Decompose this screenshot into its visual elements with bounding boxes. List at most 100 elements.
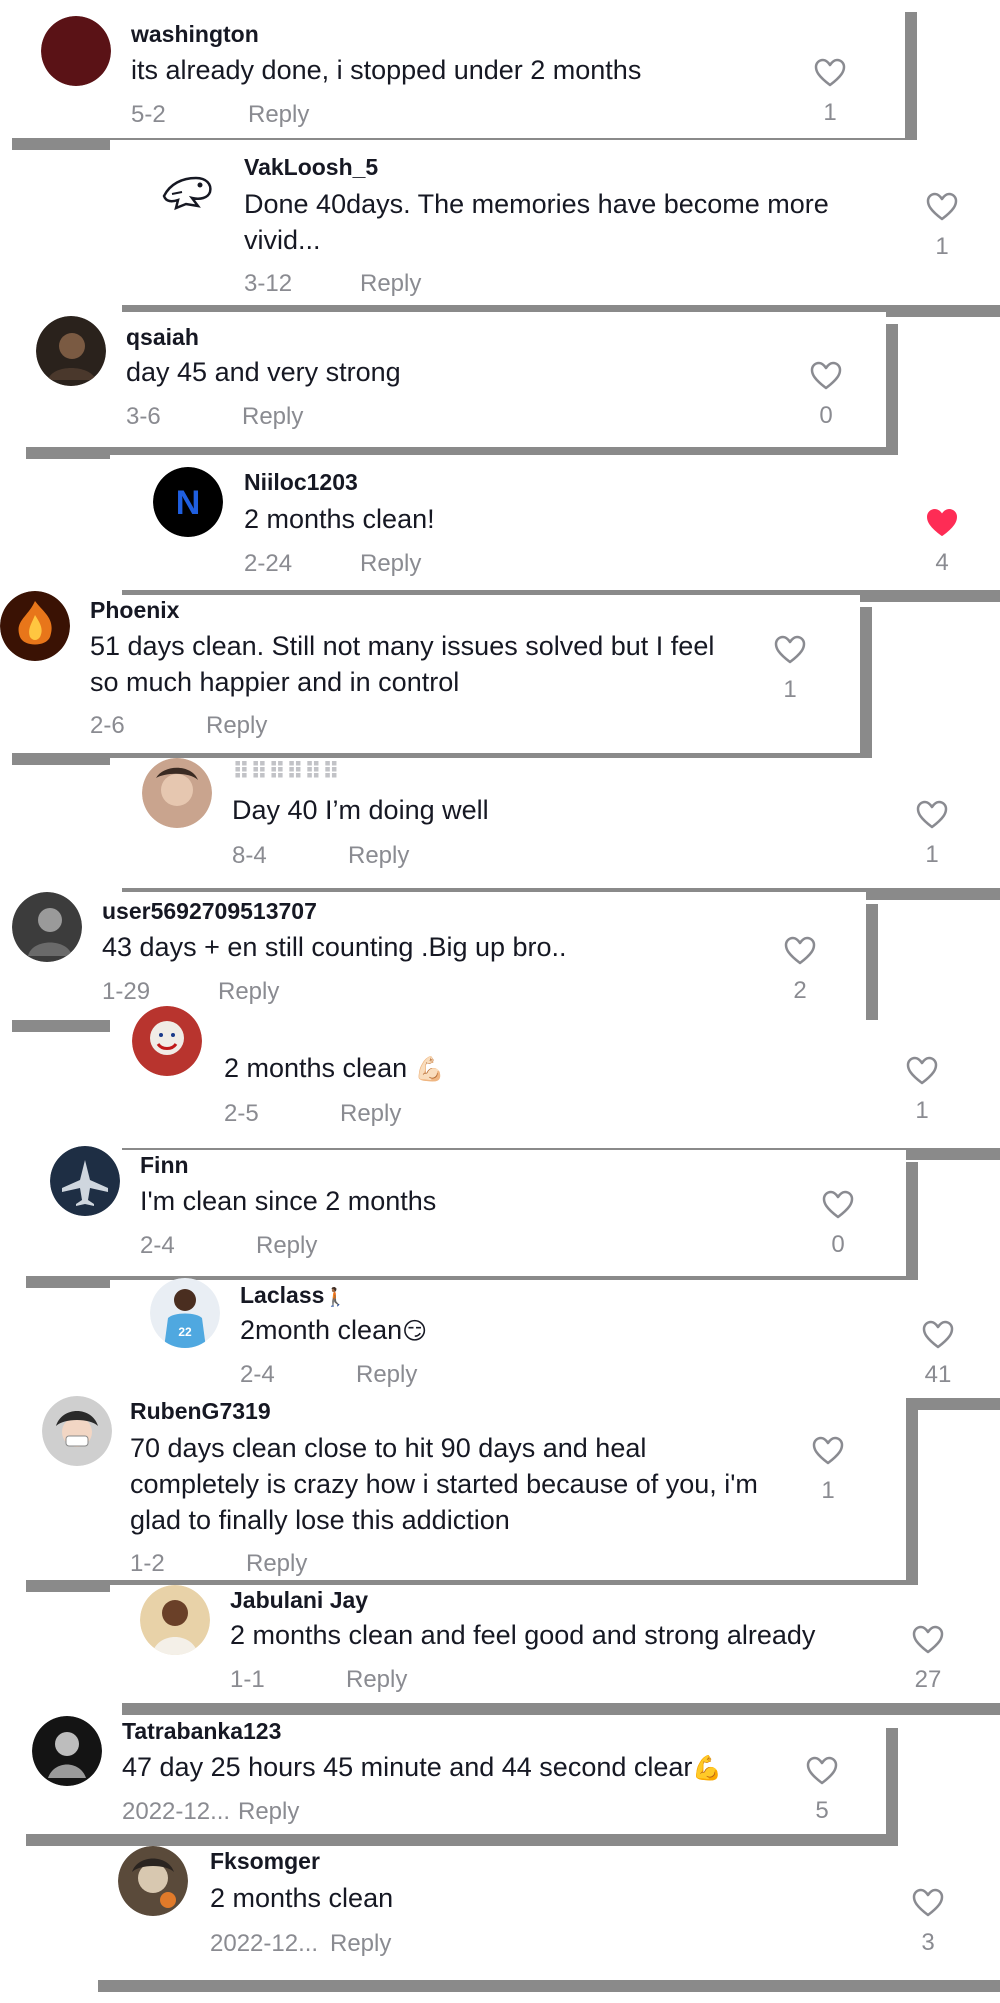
heart-filled-icon[interactable] — [926, 508, 958, 538]
user-avatar[interactable] — [36, 316, 106, 386]
like-count: 2 — [793, 977, 807, 1004]
user-avatar[interactable] — [118, 1846, 188, 1916]
comment-username[interactable]: user5692709513707 — [102, 898, 317, 925]
comment-card: Finn I'm clean since 2 months 2-4 Reply … — [14, 1146, 906, 1276]
comment-username[interactable]: Laclass🚶🏾 — [240, 1282, 347, 1309]
comment-card: RubenG7319 70 days clean close to hit 90… — [14, 1396, 906, 1580]
heart-icon[interactable] — [810, 361, 842, 391]
heart-icon[interactable] — [912, 1888, 944, 1918]
heart-icon[interactable] — [926, 192, 958, 222]
username-text: Laclass — [240, 1282, 325, 1308]
comment-card: user5692709513707 43 days + en still cou… — [0, 892, 866, 1020]
user-avatar[interactable] — [32, 1716, 102, 1786]
comment-text: 43 days + en still counting .Big up bro.… — [102, 932, 567, 962]
heart-icon[interactable] — [916, 800, 948, 830]
reply-button[interactable]: Reply — [256, 1232, 317, 1260]
comment-card: VakLoosh_5 Done 40days. The memories hav… — [110, 140, 1000, 305]
letter-n-avatar[interactable]: N — [153, 467, 223, 537]
heart-icon[interactable] — [812, 1436, 844, 1466]
comment-username[interactable]: qsaiah — [126, 324, 199, 351]
comment-card: N Niiloc1203 2 months clean! 2-24 Reply … — [110, 455, 1000, 590]
comment-text: 2 months clean 💪🏻 — [224, 1050, 824, 1088]
heart-icon[interactable] — [806, 1756, 838, 1786]
comment-text-content: 2month clean — [240, 1315, 403, 1345]
like-count: 41 — [924, 1361, 952, 1388]
comment-card: Jabulani Jay 2 months clean and feel goo… — [110, 1585, 1000, 1703]
reply-button[interactable]: Reply — [340, 1100, 401, 1128]
user-avatar[interactable] — [140, 1585, 210, 1655]
comment-username[interactable]: Fksomger — [210, 1848, 320, 1875]
heart-icon[interactable] — [774, 635, 806, 665]
comment-username[interactable]: Niiloc1203 — [244, 469, 358, 496]
comment-card: 2 months clean 💪🏻 2-5 Reply 1 — [110, 1006, 1000, 1148]
comment-text: its already done, i stopped under 2 mont… — [131, 55, 642, 85]
comment-username[interactable]: Tatrabanka123 — [122, 1718, 281, 1745]
comment-text: 2 months clean! — [244, 504, 435, 534]
comment-text: 2 months clean and feel good and strong … — [230, 1620, 816, 1650]
comment-text: 47 day 25 hours 45 minute and 44 second … — [122, 1749, 762, 1787]
comment-date: 5-2 — [131, 101, 166, 128]
reply-button[interactable]: Reply — [242, 403, 303, 431]
like-count: 27 — [914, 1666, 942, 1693]
player-avatar[interactable]: 22 — [150, 1278, 220, 1348]
comment-date: 2022-12... — [210, 1930, 319, 1957]
user-avatar[interactable] — [41, 16, 111, 86]
comment-date: 1-2 — [130, 1550, 165, 1577]
comment-username[interactable]: VakLoosh_5 — [244, 154, 378, 181]
heart-icon[interactable] — [784, 936, 816, 966]
like-count: 1 — [783, 676, 797, 703]
like-count: 4 — [935, 549, 949, 576]
reply-button[interactable]: Reply — [248, 101, 309, 129]
comment-text-content: 2 months clean — [224, 1053, 408, 1083]
comment-username[interactable]: Jabulani Jay — [230, 1587, 368, 1614]
like-count: 0 — [831, 1231, 845, 1258]
comment-date: 2-4 — [140, 1232, 175, 1259]
comment-card: 22 Laclass🚶🏾 2month clean😏 2-4 Reply 41 — [110, 1278, 1000, 1398]
like-count: 1 — [823, 99, 837, 126]
muscle-emoji-icon: 💪 — [692, 1755, 723, 1782]
heart-icon[interactable] — [822, 1190, 854, 1220]
comment-text: Done 40days. The memories have become mo… — [244, 189, 829, 255]
reply-button[interactable]: Reply — [348, 842, 409, 870]
reply-button[interactable]: Reply — [360, 550, 421, 578]
heart-icon[interactable] — [814, 58, 846, 88]
user-avatar[interactable] — [42, 1396, 112, 1466]
comment-date: 2022-12... — [122, 1798, 231, 1825]
frog-sketch-icon[interactable] — [152, 154, 222, 224]
heart-icon[interactable] — [912, 1625, 944, 1655]
like-count: 0 — [819, 402, 833, 429]
svg-text:N: N — [176, 484, 201, 522]
reply-button[interactable]: Reply — [356, 1361, 417, 1389]
phoenix-fire-avatar[interactable] — [0, 591, 70, 661]
reply-button[interactable]: Reply — [218, 978, 279, 1006]
reply-button[interactable]: Reply — [360, 270, 421, 298]
heart-icon[interactable] — [922, 1320, 954, 1350]
user-avatar[interactable] — [142, 758, 212, 828]
like-count: 1 — [935, 233, 949, 260]
comment-text: 2 months clean — [210, 1883, 394, 1913]
comment-text: 51 days clean. Still not many issues sol… — [90, 631, 715, 697]
heart-icon[interactable] — [906, 1056, 938, 1086]
comment-card: qsaiah day 45 and very strong 3-6 Reply … — [14, 312, 886, 447]
user-avatar[interactable] — [12, 892, 82, 962]
joker-avatar[interactable] — [132, 1006, 202, 1076]
reply-button[interactable]: Reply — [238, 1798, 299, 1826]
comment-card: washington its already done, i stopped u… — [0, 0, 905, 138]
reply-button[interactable]: Reply — [330, 1930, 391, 1958]
comment-date: 3-12 — [244, 270, 293, 297]
comment-text: 70 days clean close to hit 90 days and h… — [130, 1433, 758, 1535]
comment-username[interactable]: Finn — [140, 1152, 189, 1179]
comment-username[interactable]: washington — [131, 21, 259, 48]
comment-username[interactable]: RubenG7319 — [130, 1398, 271, 1425]
reply-button[interactable]: Reply — [206, 712, 267, 740]
jet-avatar[interactable] — [50, 1146, 120, 1216]
comment-username[interactable]: ⠿⠿⠿⠿⠿⠿ — [232, 758, 340, 785]
comment-card: ⠿⠿⠿⠿⠿⠿ Day 40 I’m doing well 8-4 Reply 1 — [110, 758, 1000, 888]
comment-text: 2month clean😏 — [240, 1312, 840, 1350]
comment-card: Tatrabanka123 47 day 25 hours 45 minute … — [14, 1716, 886, 1834]
reply-button[interactable]: Reply — [246, 1550, 307, 1578]
comment-username[interactable]: Phoenix — [90, 597, 179, 624]
reply-button[interactable]: Reply — [346, 1666, 407, 1694]
comment-text: day 45 and very strong — [126, 357, 401, 387]
like-count: 1 — [915, 1097, 929, 1124]
